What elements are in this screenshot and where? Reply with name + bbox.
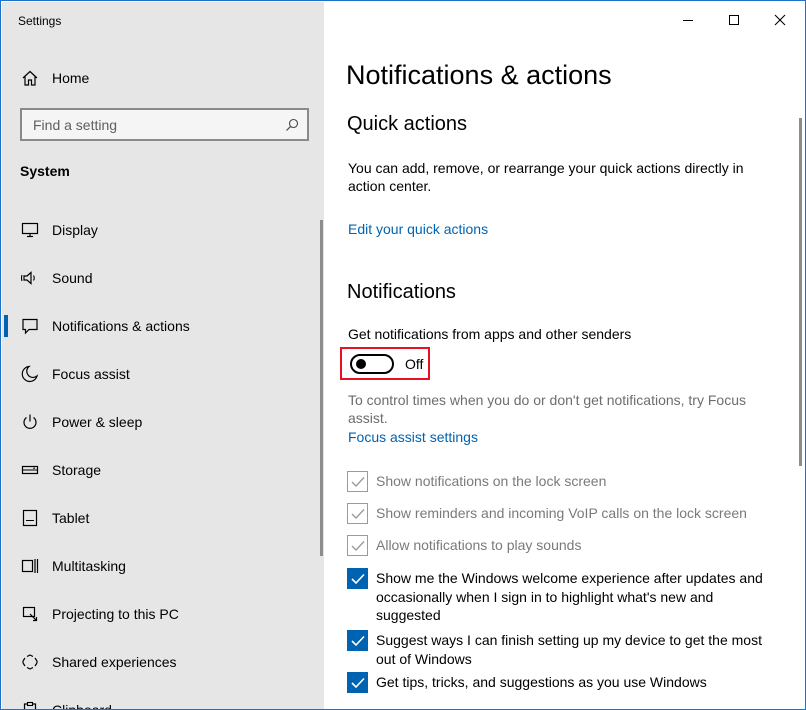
checkbox-box[interactable]	[347, 503, 368, 524]
sidebar-item-projecting[interactable]: Projecting to this PC	[2, 590, 324, 638]
sidebar-item-label: Multitasking	[52, 558, 126, 574]
notifications-toggle[interactable]	[350, 354, 394, 374]
sidebar-item-power-sleep[interactable]: Power & sleep	[2, 398, 324, 446]
sidebar-item-shared-experiences[interactable]: Shared experiences	[2, 638, 324, 686]
sidebar-item-label: Power & sleep	[52, 414, 143, 430]
checkmark-icon	[350, 635, 365, 646]
sidebar-item-tablet[interactable]: Tablet	[2, 494, 324, 542]
minimize-button[interactable]	[673, 8, 703, 32]
tablet-icon	[22, 509, 38, 527]
power-icon	[23, 414, 37, 429]
speaker-icon	[21, 271, 35, 285]
content-pane: Notifications & actions Quick actions Yo…	[324, 2, 805, 709]
checkbox-label: Show reminders and incoming VoIP calls o…	[376, 505, 747, 521]
message-icon	[22, 318, 38, 335]
checkbox-tips-tricks[interactable]: Get tips, tricks, and suggestions as you…	[347, 672, 787, 693]
close-icon	[774, 14, 786, 26]
close-button[interactable]	[765, 8, 795, 32]
sidebar: Settings Home System Display	[2, 2, 324, 710]
shared-icon	[22, 654, 38, 670]
minimize-icon	[683, 20, 693, 21]
checkbox-box[interactable]	[347, 471, 368, 492]
notifications-heading: Notifications	[347, 281, 456, 303]
content-scrollbar[interactable]	[799, 118, 802, 466]
checkbox-welcome-experience[interactable]: Show me the Windows welcome experience a…	[347, 568, 787, 625]
checkmark-icon	[350, 573, 365, 584]
sidebar-item-sound[interactable]: Sound	[2, 254, 324, 302]
sidebar-item-multitasking[interactable]: Multitasking	[2, 542, 324, 590]
home-icon	[22, 70, 38, 86]
checkbox-box[interactable]	[347, 535, 368, 556]
projector-icon	[22, 606, 38, 622]
focus-assist-settings-link[interactable]: Focus assist settings	[348, 429, 478, 445]
toggle-knob	[356, 359, 366, 369]
checkbox-box[interactable]	[347, 630, 368, 651]
sidebar-item-label: Tablet	[52, 510, 90, 526]
sidebar-scrollbar[interactable]	[320, 220, 323, 556]
sidebar-item-label: Display	[52, 222, 98, 238]
maximize-button[interactable]	[719, 8, 749, 32]
search-box[interactable]	[20, 108, 309, 141]
checkbox-label: Get tips, tricks, and suggestions as you…	[376, 674, 707, 690]
sidebar-item-storage[interactable]: Storage	[2, 446, 324, 494]
sidebar-item-label: Clipboard	[52, 702, 112, 710]
section-label: System	[20, 163, 70, 179]
focus-assist-hint: To control times when you do or don't ge…	[348, 392, 746, 426]
home-button[interactable]: Home	[2, 60, 324, 96]
quick-actions-heading: Quick actions	[347, 113, 468, 135]
clipboard-icon	[23, 701, 37, 709]
storage-icon	[21, 465, 39, 475]
checkmark-icon	[351, 508, 365, 519]
sidebar-item-label: Storage	[52, 462, 102, 478]
sidebar-item-label: Focus assist	[52, 366, 130, 382]
maximize-icon	[729, 15, 739, 25]
sidebar-item-clipboard[interactable]: Clipboard	[2, 686, 324, 710]
sidebar-item-label: Sound	[52, 270, 93, 286]
checkbox-play-sounds[interactable]: Allow notifications to play sounds	[347, 535, 787, 556]
multitasking-icon	[21, 559, 39, 573]
sidebar-item-label: Notifications & actions	[52, 318, 190, 334]
checkbox-lock-screen[interactable]: Show notifications on the lock screen	[347, 471, 787, 492]
edit-quick-actions-link[interactable]: Edit your quick actions	[348, 221, 488, 237]
search-input[interactable]	[33, 116, 273, 133]
notifications-toggle-highlight: Off	[340, 347, 430, 380]
checkmark-icon	[351, 476, 365, 487]
checkbox-box[interactable]	[347, 672, 368, 693]
toggle-state-label: Off	[405, 356, 424, 372]
checkbox-label: Show me the Windows welcome experience a…	[376, 570, 763, 623]
quick-actions-description: You can add, remove, or rearrange your q…	[348, 160, 744, 194]
sidebar-item-focus-assist[interactable]: Focus assist	[2, 350, 324, 398]
search-icon[interactable]	[285, 118, 299, 132]
checkmark-icon	[350, 677, 365, 688]
checkbox-suggest-setup[interactable]: Suggest ways I can finish setting up my …	[347, 630, 787, 668]
checkbox-label: Allow notifications to play sounds	[376, 537, 582, 553]
sidebar-item-display[interactable]: Display	[2, 206, 324, 254]
checkmark-icon	[351, 540, 365, 551]
sidebar-nav: Display Sound Notifications & actions Fo…	[2, 206, 324, 710]
moon-icon	[21, 365, 39, 382]
app-title: Settings	[18, 14, 62, 28]
home-label: Home	[52, 70, 90, 86]
checkbox-label: Suggest ways I can finish setting up my …	[376, 632, 762, 667]
checkbox-label: Show notifications on the lock screen	[376, 473, 607, 489]
page-title: Notifications & actions	[346, 60, 612, 90]
sidebar-item-notifications[interactable]: Notifications & actions	[2, 302, 324, 350]
checkbox-box[interactable]	[347, 568, 368, 589]
checkbox-reminders-voip[interactable]: Show reminders and incoming VoIP calls o…	[347, 503, 787, 524]
sidebar-item-label: Projecting to this PC	[52, 606, 179, 622]
sidebar-item-label: Shared experiences	[52, 654, 177, 670]
notifications-toggle-caption: Get notifications from apps and other se…	[348, 326, 632, 342]
monitor-icon	[21, 222, 39, 238]
settings-window: Settings Home System Display	[0, 0, 806, 710]
